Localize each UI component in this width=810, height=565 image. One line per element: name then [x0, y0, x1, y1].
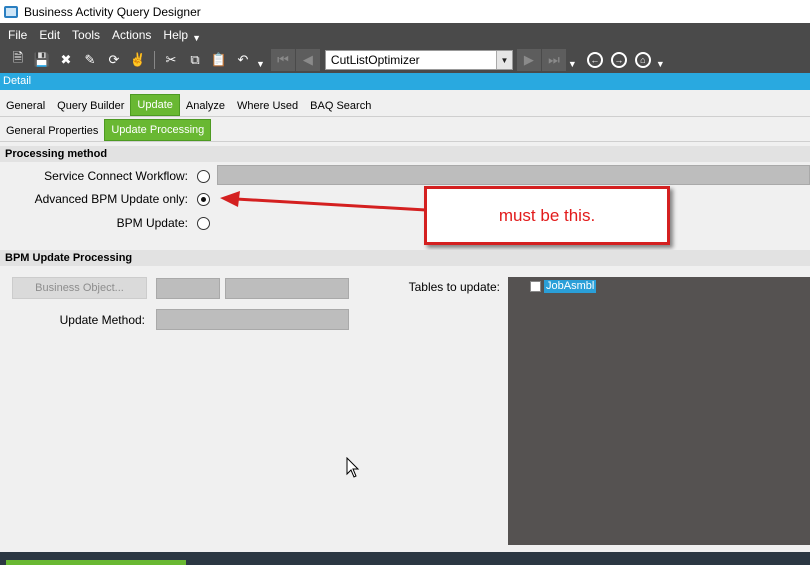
detail-bar: Detail — [0, 73, 810, 90]
delete-icon[interactable]: ✖ — [54, 49, 78, 71]
bpm-update-processing-header: BPM Update Processing — [0, 250, 810, 266]
tab-update[interactable]: Update — [130, 94, 180, 116]
business-object-field-2[interactable] — [225, 278, 349, 299]
tab-analyze[interactable]: Analyze — [180, 96, 231, 116]
window-title: Business Activity Query Designer — [24, 4, 201, 19]
paste-icon[interactable]: 📋 — [207, 49, 231, 71]
sub-tab-strip: General Properties Update Processing — [0, 119, 810, 142]
service-connect-workflow-field[interactable] — [217, 165, 810, 185]
toolbar-divider — [154, 51, 155, 69]
tab-update-processing[interactable]: Update Processing — [104, 119, 212, 141]
menu-file[interactable]: File — [8, 28, 27, 42]
bpm-update-label: BPM Update: — [116, 216, 188, 230]
previous-record-icon[interactable]: ◀ — [295, 49, 320, 71]
service-connect-radio[interactable] — [197, 170, 210, 183]
business-object-button[interactable]: Business Object... — [12, 277, 147, 299]
advanced-bpm-radio[interactable] — [197, 193, 210, 206]
toolbar-overflow-icon[interactable]: ▼ — [256, 59, 265, 69]
list-item[interactable]: JobAsmbl — [530, 280, 597, 293]
home-icon[interactable]: ⌂ — [634, 52, 651, 68]
undo-icon[interactable]: ↶ — [231, 49, 255, 71]
save-icon[interactable]: 💾 — [30, 49, 54, 71]
title-bar: Business Activity Query Designer — [0, 0, 810, 23]
edit-pencil-icon[interactable]: ✎ — [78, 49, 102, 71]
menu-actions[interactable]: Actions — [112, 28, 151, 42]
tab-query-builder[interactable]: Query Builder — [51, 96, 130, 116]
main-tab-strip: General Query Builder Update Analyze Whe… — [0, 94, 810, 117]
bpm-update-radio[interactable] — [197, 217, 210, 230]
cut-icon[interactable]: ✂ — [159, 49, 183, 71]
tables-to-update-label: Tables to update: — [408, 280, 500, 294]
copy-icon[interactable]: ⧉ — [183, 49, 207, 71]
service-connect-label: Service Connect Workflow: — [44, 169, 188, 183]
tab-baq-search[interactable]: BAQ Search — [304, 96, 377, 116]
processing-method-header: Processing method — [0, 146, 810, 162]
menu-help[interactable]: Help — [163, 28, 188, 42]
table-checkbox[interactable] — [530, 281, 541, 292]
last-record-icon[interactable]: ⏭ — [541, 49, 566, 71]
advanced-bpm-label: Advanced BPM Update only: — [34, 192, 188, 206]
forward-icon[interactable]: → — [610, 52, 627, 68]
chevron-down-icon[interactable]: ▼ — [495, 51, 512, 69]
annotation-callout: must be this. — [424, 186, 670, 245]
menu-tools[interactable]: Tools — [72, 28, 100, 42]
update-method-field[interactable] — [156, 309, 349, 330]
next-record-icon[interactable]: ▶ — [516, 49, 541, 71]
menu-bar: File Edit Tools Actions Help ▼ — [0, 23, 810, 47]
record-selector[interactable]: CutListOptimizer ▼ — [324, 50, 513, 70]
tab-general[interactable]: General — [0, 96, 51, 116]
toolbar: 🗎 💾 ✖ ✎ ⟳ ✌ ✂ ⧉ 📋 ↶ ▼ ⏮ ◀ CutListOptimiz… — [0, 47, 810, 73]
clear-broom-icon[interactable]: ✌ — [126, 49, 150, 71]
bottom-tab[interactable] — [6, 560, 186, 565]
menu-edit[interactable]: Edit — [39, 28, 60, 42]
nav2-overflow-icon[interactable]: ▼ — [656, 59, 665, 69]
mouse-cursor-icon — [346, 457, 360, 478]
annotation-arrow-icon — [220, 191, 427, 212]
refresh-icon[interactable]: ⟳ — [102, 49, 126, 71]
business-object-field-1[interactable] — [156, 278, 220, 299]
tab-general-properties[interactable]: General Properties — [0, 121, 104, 141]
record-selector-value: CutListOptimizer — [330, 53, 420, 67]
app-icon — [4, 5, 18, 18]
tables-to-update-list[interactable]: JobAsmbl — [508, 277, 810, 545]
back-icon[interactable]: ← — [586, 52, 603, 68]
update-method-label: Update Method: — [59, 313, 145, 327]
new-icon[interactable]: 🗎 — [6, 49, 30, 71]
menu-overflow-icon[interactable]: ▼ — [192, 33, 201, 43]
tab-where-used[interactable]: Where Used — [231, 96, 304, 116]
table-name: JobAsmbl — [544, 280, 597, 293]
first-record-icon[interactable]: ⏮ — [270, 49, 295, 71]
nav-overflow-icon[interactable]: ▼ — [568, 59, 577, 69]
